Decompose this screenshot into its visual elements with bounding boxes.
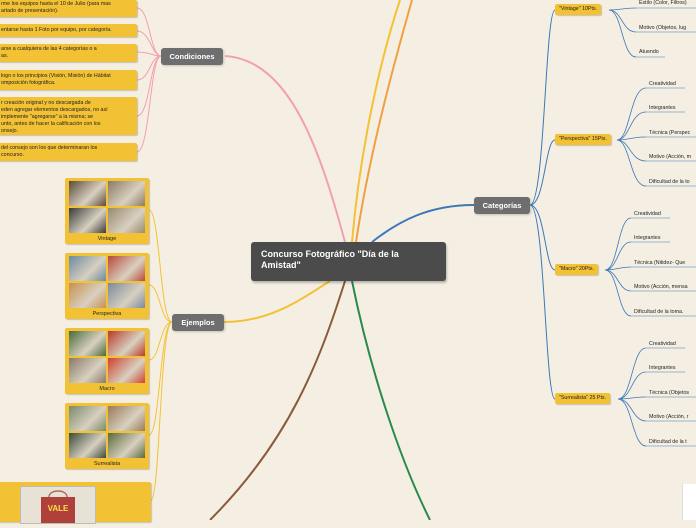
condicion-text: logo o los principios (Visión, Misión) d… [1,73,111,79]
ejemplo-caption: Vintage [97,236,117,242]
photo-tile [108,406,145,431]
criterio-item[interactable]: Motivo (Acción, mensa [634,284,688,290]
condicion-text: unto, antes de hacer la calificación con… [1,121,101,127]
criterio-item[interactable]: Creatividad [634,211,661,217]
photo-tile [69,331,106,356]
mind-map-canvas: Concurso Fotográfico "Día de la Amistad"… [0,0,696,524]
photo-tile [69,181,106,206]
photo-tile [69,433,106,458]
criterio-item[interactable]: Motivo (Objetos, lug [639,25,686,31]
criterio-item[interactable]: Motivo (Acción, m [649,154,691,160]
criterio-item[interactable]: Integrantes [649,105,676,111]
condicion-text: rme los equipos hasta el 10 de Julio (pa… [1,1,111,7]
photo-tile [108,331,145,356]
condicion-text: r creación original y no descargada de [1,100,91,106]
criterio-item[interactable]: Atuendo [639,49,659,55]
condicion-node-1[interactable]: rme los equipos hasta el 10 de Julio (pa… [0,0,137,17]
criterio-item[interactable]: Dificultad de la toma. [634,309,683,315]
ejemplo-bag[interactable]: VALE [0,482,151,524]
ejemplo-vintage[interactable]: Vintage [65,178,149,244]
condicion-text: omposición fotográfica. [1,80,56,86]
condicion-node-2[interactable]: entarse hasta 1 Foto por equipo, por cat… [0,24,137,37]
photo-collage-vintage [69,181,145,233]
condicion-text: onsejo. [1,128,19,134]
criterio-item[interactable]: Estilo (Color, Filtros) [639,0,687,6]
partial-image-bottom-right [682,484,696,520]
categoria-surrealista[interactable]: "Surrealista" 25 Pts. [555,393,611,404]
categoria-label: "Macro" 20Pts. [559,266,594,272]
photo-collage-surrealista [69,406,145,458]
photo-tile [69,358,106,383]
condicion-text: eden agregar elementos descargados, no a… [1,107,108,113]
bag-image: VALE [20,486,96,524]
ejemplo-macro[interactable]: Macro [65,328,149,394]
condicion-node-3[interactable]: arse a cualquiera de las 4 categorías o … [0,44,137,62]
condicion-node-5[interactable]: r creación original y no descargada de e… [0,97,137,135]
photo-tile [108,256,145,281]
categoria-label: "Perspectiva" 15Pts. [559,136,607,142]
branch-categorias[interactable]: Categorías [474,197,530,214]
branch-categorias-label: Categorías [482,201,522,210]
categoria-label: "Vintage" 10Pts. [559,6,598,12]
photo-collage-macro [69,331,145,383]
photo-tile [69,256,106,281]
ejemplo-perspectiva[interactable]: Perspectiva [65,253,149,319]
criterio-item[interactable]: Técnica (Nitidez- Que [634,260,685,266]
condicion-text: as. [1,53,9,59]
photo-tile [108,358,145,383]
branch-condiciones-label: Condiciones [169,52,215,61]
condicion-text: entarse hasta 1 Foto por equipo, por cat… [1,27,112,33]
categoria-label: "Surrealista" 25 Pts. [559,395,607,401]
photo-collage-perspectiva [69,256,145,308]
condicion-text: implemente "agregarse" a la misma; se [1,114,94,120]
bag-text: VALE [48,504,69,513]
criterio-item[interactable]: Técnica (Perspec [649,130,690,136]
criterio-item[interactable]: Técnica (Objetos [649,390,689,396]
condicion-text: arse a cualquiera de las 4 categorías o … [1,46,97,52]
condicion-text: concurso. [1,152,24,158]
criterio-item[interactable]: Creatividad [649,341,676,347]
branch-condiciones[interactable]: Condiciones [161,48,223,65]
photo-tile [108,181,145,206]
shopping-bag-icon: VALE [41,490,75,523]
criterio-item[interactable]: Dificultad de la t [649,439,687,445]
photo-tile [69,283,106,308]
branch-ejemplos-label: Ejemplos [181,318,215,327]
criterio-item[interactable]: Dificultad de la to [649,179,690,185]
ejemplo-caption: Perspectiva [92,311,122,317]
categoria-perspectiva[interactable]: "Perspectiva" 15Pts. [555,134,611,145]
photo-tile [108,283,145,308]
ejemplo-surrealista[interactable]: Surrealista [65,403,149,469]
condicion-node-6[interactable]: del consejo son los que determinaran los… [0,143,137,161]
photo-tile [108,433,145,458]
criterio-item[interactable]: Motivo (Acción, r [649,414,688,420]
branch-ejemplos[interactable]: Ejemplos [172,314,224,331]
ejemplo-caption: Surrealista [93,461,121,467]
categoria-vintage[interactable]: "Vintage" 10Pts. [555,4,602,15]
ejemplo-caption: Macro [99,386,115,392]
photo-tile [108,208,145,233]
root-topic[interactable]: Concurso Fotográfico "Día de la Amistad" [251,242,446,281]
categoria-macro[interactable]: "Macro" 20Pts. [555,264,598,275]
root-title: Concurso Fotográfico "Día de la Amistad" [261,249,399,270]
criterio-item[interactable]: Integrantes [634,235,661,241]
condicion-text: del consejo son los que determinaran los [1,145,98,151]
criterio-item[interactable]: Integrantes [649,365,676,371]
condicion-text: artado de presentación). [1,8,59,14]
condicion-node-4[interactable]: logo o los principios (Visión, Misión) d… [0,70,137,90]
photo-tile [69,208,106,233]
criterio-item[interactable]: Creatividad [649,81,676,87]
photo-tile [69,406,106,431]
